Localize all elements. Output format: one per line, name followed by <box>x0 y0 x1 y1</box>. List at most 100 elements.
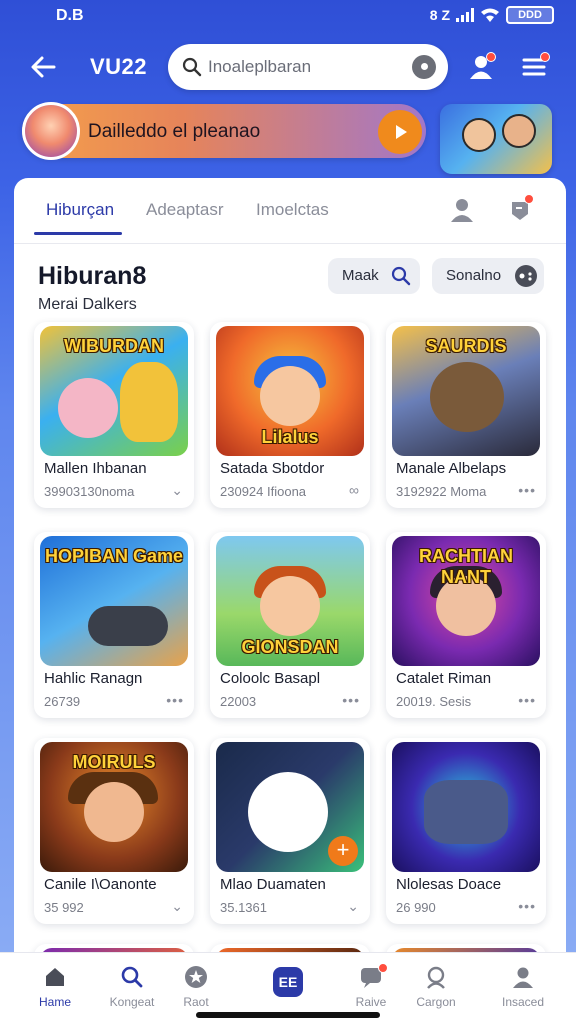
sort-chip[interactable]: Sonalno <box>432 258 544 294</box>
game-card[interactable]: RACHTIAN NANT Catalet Riman 20019. Sesis… <box>386 532 546 718</box>
game-thumbnail: GIONSDAN <box>216 536 364 666</box>
promo-banner[interactable]: Dailleddo el pleanao <box>22 102 426 160</box>
more-icon[interactable]: ⌄ <box>171 898 184 915</box>
character-art <box>260 366 320 426</box>
game-card[interactable]: WIBURDAN Mallen Ihbanan 39903130noma ⌄ <box>34 322 194 508</box>
game-thumbnail: RACHTIAN NANT <box>392 536 540 666</box>
section-title: Hiburan8 <box>38 262 147 290</box>
game-title: Hahlic Ranagn <box>44 670 143 687</box>
character-art <box>424 780 508 844</box>
search-icon <box>391 266 411 286</box>
nav-label: Hame <box>38 995 71 1009</box>
game-art-title: GIONSDAN <box>241 637 339 657</box>
character-art <box>430 362 504 432</box>
character-art <box>58 378 118 438</box>
profile-button[interactable] <box>466 52 496 82</box>
more-icon[interactable]: ••• <box>166 692 184 708</box>
nav-star[interactable]: Raot <box>161 961 231 1017</box>
game-art-title: RACHTIAN NANT <box>419 546 513 587</box>
character-art <box>84 782 144 842</box>
game-card[interactable]: Nlolesas Doace 26 990 ••• <box>386 738 546 924</box>
game-stats: 26739 <box>44 694 81 709</box>
game-title: Catalet Riman <box>396 670 492 687</box>
nav-chat[interactable]: Raive <box>336 961 406 1017</box>
account-icon <box>427 966 445 989</box>
status-icons: 8 Z DDD <box>430 6 554 24</box>
game-title: Satada Sbotdor <box>220 460 325 477</box>
game-thumbnail: SAURDIS <box>392 326 540 456</box>
notification-badge <box>486 52 496 62</box>
home-indicator <box>196 1012 380 1018</box>
game-card[interactable]: Lilalus Satada Sbotdor 230924 Ifioona ∞ <box>210 322 370 508</box>
nav-account[interactable]: Cargon <box>401 961 471 1017</box>
status-text: 8 Z <box>429 7 450 23</box>
back-arrow-icon[interactable] <box>28 52 58 82</box>
featured-game-thumbnail[interactable] <box>440 104 552 174</box>
content-panel: Hiburçan Adeaptasr Imoelctas Hiburan8 Me… <box>14 178 566 1024</box>
more-icon[interactable]: ••• <box>518 692 536 708</box>
add-icon[interactable]: + <box>328 836 358 866</box>
search-input[interactable] <box>208 56 398 78</box>
nav-search[interactable]: Kongeat <box>97 961 167 1017</box>
search-icon <box>121 966 143 988</box>
more-icon[interactable]: ••• <box>518 898 536 914</box>
status-time: D.B <box>56 7 84 24</box>
tab-bar: Hiburçan Adeaptasr Imoelctas <box>14 178 566 244</box>
game-title: Mallen Ihbanan <box>44 460 147 477</box>
more-icon[interactable]: ⌄ <box>171 482 184 499</box>
chip-label: Sonalno <box>446 267 502 284</box>
tab-hiburcan[interactable]: Hiburçan <box>46 200 114 220</box>
game-stats: 39903130noma <box>44 484 135 499</box>
game-stats: 22003 <box>220 694 257 709</box>
promo-avatar <box>22 102 80 160</box>
more-icon[interactable]: ⌄ <box>347 898 360 915</box>
menu-badge <box>540 52 550 62</box>
game-title: Canile I\Oanonte <box>44 876 157 893</box>
search-bar[interactable] <box>168 44 448 90</box>
nav-home[interactable]: Hame <box>20 961 90 1017</box>
more-icon[interactable]: ••• <box>342 692 360 708</box>
game-card[interactable]: GIONSDAN Coloolc Basapl 22003 ••• <box>210 532 370 718</box>
game-card[interactable]: MOIRULS Canile I\Oanonte 35 992 ⌄ <box>34 738 194 924</box>
app-title: VU22 <box>90 54 148 79</box>
search-chip[interactable]: Maak <box>328 258 420 294</box>
game-thumbnail: HOPIBAN Game <box>40 536 188 666</box>
profile-icon <box>513 967 533 988</box>
tab-imoelctas[interactable]: Imoelctas <box>256 200 329 220</box>
status-bar: D.B 8 Z DDD <box>0 0 576 32</box>
top-app-bar: VU22 <box>0 40 576 94</box>
character-art <box>248 772 328 852</box>
game-art-title: SAURDIS <box>425 336 507 356</box>
game-thumbnail <box>392 742 540 872</box>
game-title: Manale Albelaps <box>396 460 507 477</box>
nav-profile[interactable]: Insaced <box>488 961 558 1017</box>
play-icon[interactable] <box>378 110 422 154</box>
more-icon[interactable]: ••• <box>518 482 536 498</box>
notification-icon[interactable] <box>506 194 536 224</box>
game-card[interactable]: + Mlao Duamaten 35.1361 ⌄ <box>210 738 370 924</box>
home-icon <box>46 968 64 986</box>
star-icon <box>185 966 207 988</box>
section-subtitle: Merai Dalkers <box>38 296 137 313</box>
game-art-title: WIBURDAN <box>64 336 164 356</box>
game-stats: 35 992 <box>44 900 84 915</box>
voice-search-icon[interactable] <box>412 55 436 79</box>
notification-badge <box>378 963 388 973</box>
promo-text: Dailleddo el pleanao <box>88 121 261 142</box>
more-icon[interactable]: ∞ <box>349 482 360 498</box>
character-art <box>260 576 320 636</box>
nav-label: Insaced <box>501 995 545 1009</box>
nav-label: Raot <box>183 995 209 1009</box>
nav-label: Kongeat <box>109 995 155 1009</box>
game-card[interactable]: SAURDIS Manale Albelaps 3192922 Moma ••• <box>386 322 546 508</box>
tab-adeaptasr[interactable]: Adeaptasr <box>146 200 224 220</box>
game-thumbnail: WIBURDAN <box>40 326 188 456</box>
menu-button[interactable] <box>520 52 550 82</box>
nav-label: Cargon <box>416 995 456 1009</box>
search-icon <box>182 57 202 77</box>
battery-icon: DDD <box>506 6 554 24</box>
apps-icon[interactable]: EE <box>273 967 303 997</box>
game-card[interactable]: HOPIBAN Game Hahlic Ranagn 26739 ••• <box>34 532 194 718</box>
user-icon[interactable] <box>448 196 476 224</box>
game-title: Mlao Duamaten <box>220 876 326 893</box>
